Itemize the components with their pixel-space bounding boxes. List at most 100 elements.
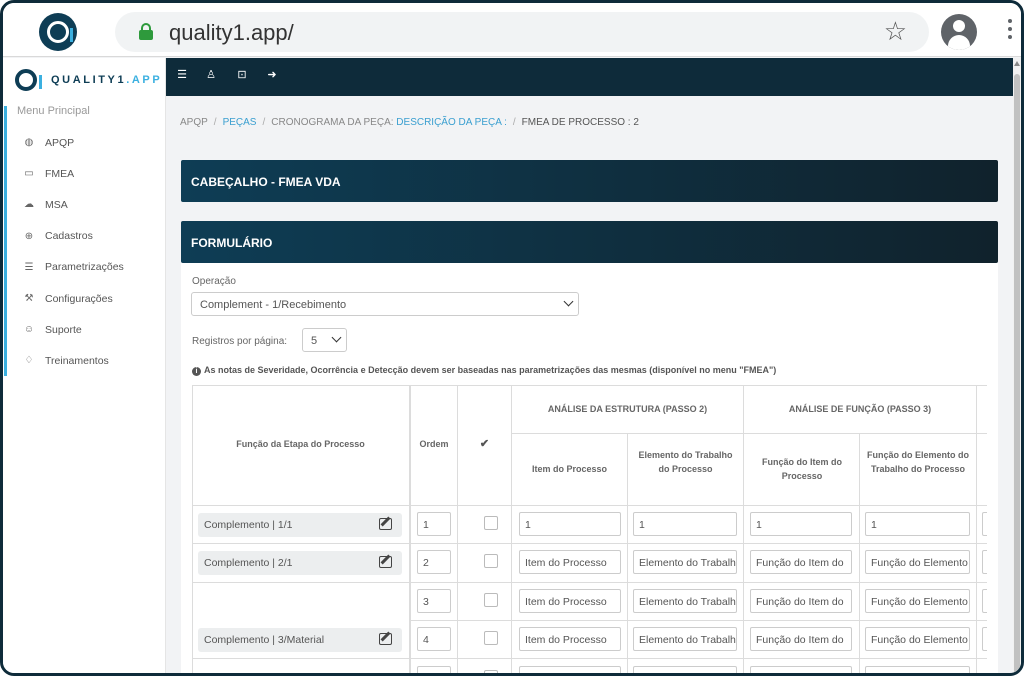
fmea-table: Função da Etapa do Processo Ordem ✔ ANÁL… bbox=[192, 385, 987, 673]
row-checkbox[interactable] bbox=[484, 670, 498, 673]
info-icon: i bbox=[192, 367, 201, 376]
elemento-trabalho-input[interactable]: Elemento do Trabalho bbox=[633, 550, 737, 574]
header-panel-title[interactable]: CABEÇALHO - FMEA VDA bbox=[181, 160, 998, 202]
funcao-etapa-chip: Complemento | 1/1 bbox=[198, 513, 402, 537]
item-processo-input[interactable]: Item do Processo bbox=[519, 589, 621, 613]
ordem-input[interactable]: 1 bbox=[417, 512, 451, 536]
browser-window: quality1.app/ ☆ QUALITY1.APP Menu Princi… bbox=[0, 0, 1024, 676]
col-ordem: Ordem bbox=[419, 439, 449, 449]
col-funcao-item: Função do Item do Processo bbox=[762, 457, 842, 481]
plus-circle-icon: ⊕ bbox=[24, 230, 34, 242]
next-column-input[interactable] bbox=[982, 627, 987, 651]
sidebar-nav: ◍ APQP ▭ FMEA ☁ MSA ⊕ Cadastros ☰ Parametriza… bbox=[3, 127, 165, 377]
funcao-item-input[interactable]: 1 bbox=[750, 512, 852, 536]
ordem-input[interactable] bbox=[417, 666, 451, 673]
sidebar: QUALITY1.APP Menu Principal ◍ APQP ▭ FMEA … bbox=[3, 58, 166, 673]
funcao-elemento-input[interactable]: Função do Elemento bbox=[865, 627, 970, 651]
funcao-elemento-input[interactable]: 1 bbox=[865, 512, 970, 536]
funcao-etapa-chip: Complemento | 3/Material bbox=[198, 628, 402, 652]
funcao-elemento-input[interactable]: Função do Elemento bbox=[865, 550, 970, 574]
menu-title: Menu Principal bbox=[17, 105, 90, 117]
elemento-trabalho-input[interactable]: Elemento do Trabalho bbox=[633, 627, 737, 651]
item-processo-input[interactable] bbox=[519, 666, 621, 673]
brand-logo[interactable]: QUALITY1.APP bbox=[15, 69, 162, 91]
sidebar-item-suporte[interactable]: ☺ Suporte bbox=[3, 314, 165, 345]
registros-select[interactable]: 5 bbox=[302, 328, 347, 352]
next-column-input[interactable] bbox=[982, 589, 987, 613]
registros-label: Registros por página: bbox=[192, 336, 288, 347]
funcao-elemento-input[interactable]: Função do Elemento bbox=[865, 589, 970, 613]
breadcrumb-cronograma[interactable]: CRONOGRAMA DA PEÇA: bbox=[271, 117, 393, 128]
operacao-label: Operação bbox=[192, 276, 236, 287]
profile-avatar-icon[interactable] bbox=[941, 14, 977, 50]
address-bar[interactable]: quality1.app/ ☆ bbox=[115, 12, 929, 52]
brand-mark-icon bbox=[15, 69, 42, 91]
funcao-etapa-chip: Complemento | 2/1 bbox=[198, 551, 402, 575]
chevron-down-icon bbox=[563, 296, 574, 307]
sidebar-item-cadastros[interactable]: ⊕ Cadastros bbox=[3, 221, 165, 252]
ordem-input[interactable]: 2 bbox=[417, 550, 451, 574]
hamburger-menu-icon[interactable]: ☰ bbox=[175, 68, 189, 82]
elemento-trabalho-input[interactable] bbox=[633, 666, 737, 673]
logout-icon[interactable]: ➜ bbox=[265, 68, 279, 82]
app-topbar: ☰ ♙ ⊡ ➜ bbox=[166, 58, 1013, 96]
lock-icon[interactable]: ⊡ bbox=[235, 68, 249, 82]
row-checkbox[interactable] bbox=[484, 516, 498, 530]
ordem-input[interactable]: 4 bbox=[417, 627, 451, 651]
user-icon[interactable]: ♙ bbox=[204, 68, 218, 82]
site-favicon-icon bbox=[39, 13, 77, 51]
funcao-elemento-input[interactable] bbox=[865, 666, 970, 673]
check-column-icon: ✔ bbox=[479, 438, 490, 450]
funcao-item-input[interactable]: Função do Item do bbox=[750, 550, 852, 574]
breadcrumb: APQP / PEÇAS / CRONOGRAMA DA PEÇA: DESCRIÇÃO… bbox=[180, 117, 639, 128]
elemento-trabalho-input[interactable]: 1 bbox=[633, 512, 737, 536]
support-icon: ☺ bbox=[23, 324, 35, 336]
chevron-down-icon bbox=[331, 332, 342, 343]
breadcrumb-apqp[interactable]: APQP bbox=[180, 117, 208, 128]
funcao-item-input[interactable]: Função do Item do bbox=[750, 589, 852, 613]
globe-icon: ◍ bbox=[24, 137, 34, 149]
sidebar-item-fmea[interactable]: ▭ FMEA bbox=[3, 158, 165, 189]
sidebar-item-parametrizacoes[interactable]: ☰ Parametrizações bbox=[3, 252, 165, 283]
browser-menu-icon[interactable] bbox=[1008, 19, 1012, 43]
edit-icon[interactable] bbox=[379, 633, 392, 645]
form-panel-title[interactable]: FORMULÁRIO bbox=[181, 221, 998, 263]
cloud-icon: ☁ bbox=[24, 199, 34, 211]
next-column-input[interactable] bbox=[982, 550, 987, 574]
graduation-cap-icon: ♢ bbox=[24, 355, 34, 367]
item-processo-input[interactable]: Item do Processo bbox=[519, 550, 621, 574]
elemento-trabalho-input[interactable]: Elemento do Trabalho bbox=[633, 589, 737, 613]
wrench-icon: ⚒ bbox=[24, 293, 34, 305]
group-funcao: ANÁLISE DE FUNÇÃO (PASSO 3) bbox=[788, 404, 932, 414]
operacao-select[interactable]: Complement - 1/Recebimento bbox=[191, 292, 579, 316]
col-funcao-elemento: Função do Elemento do Trabalho do Proces… bbox=[866, 450, 969, 474]
row-checkbox[interactable] bbox=[484, 631, 498, 645]
ordem-input[interactable]: 3 bbox=[417, 589, 451, 613]
list-icon: ☰ bbox=[24, 261, 34, 273]
folder-icon: ▭ bbox=[24, 168, 34, 180]
funcao-item-input[interactable] bbox=[750, 666, 852, 673]
col-elemento-trabalho: Elemento do Trabalho do Processo bbox=[638, 450, 733, 474]
edit-icon[interactable] bbox=[379, 518, 392, 530]
col-item-processo: Item do Processo bbox=[531, 464, 608, 474]
funcao-item-input[interactable]: Função do Item do bbox=[750, 627, 852, 651]
row-checkbox[interactable] bbox=[484, 554, 498, 568]
next-column-input[interactable] bbox=[982, 512, 987, 536]
info-note: i As notas de Severidade, Ocorrência e De… bbox=[192, 365, 776, 376]
sidebar-item-treinamentos[interactable]: ♢ Treinamentos bbox=[3, 345, 165, 376]
page-scrollbar[interactable] bbox=[1013, 58, 1021, 673]
item-processo-input[interactable]: 1 bbox=[519, 512, 621, 536]
lock-icon bbox=[139, 23, 153, 40]
sidebar-item-apqp[interactable]: ◍ APQP bbox=[3, 127, 165, 158]
edit-icon[interactable] bbox=[379, 556, 392, 568]
breadcrumb-pecas[interactable]: PEÇAS bbox=[223, 117, 257, 128]
breadcrumb-descricao[interactable]: DESCRIÇÃO DA PEÇA : bbox=[396, 117, 507, 128]
sidebar-item-configuracoes[interactable]: ⚒ Configurações bbox=[3, 283, 165, 314]
bookmark-star-icon[interactable]: ☆ bbox=[884, 16, 907, 47]
url-text[interactable]: quality1.app/ bbox=[169, 20, 294, 46]
col-funcao-etapa: Função da Etapa do Processo bbox=[236, 439, 365, 449]
row-checkbox[interactable] bbox=[484, 593, 498, 607]
item-processo-input[interactable]: Item do Processo bbox=[519, 627, 621, 651]
breadcrumb-current: FMEA DE PROCESSO : 2 bbox=[521, 117, 639, 128]
sidebar-item-msa[interactable]: ☁ MSA bbox=[3, 189, 165, 220]
